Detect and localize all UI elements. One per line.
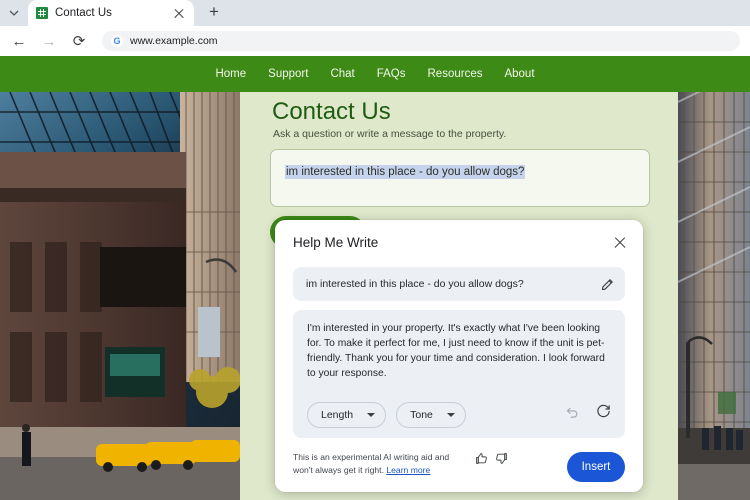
refresh-icon[interactable] bbox=[596, 404, 611, 424]
browser-tab[interactable]: Contact Us bbox=[28, 0, 194, 26]
chevron-down-icon bbox=[446, 413, 455, 417]
close-icon[interactable] bbox=[611, 233, 629, 251]
nav-item-chat[interactable]: Chat bbox=[330, 68, 354, 80]
nav-item-support[interactable]: Support bbox=[268, 68, 308, 80]
result-action-icons bbox=[565, 404, 611, 424]
thumbs-up-icon[interactable] bbox=[475, 452, 488, 470]
google-icon: G bbox=[111, 35, 123, 47]
length-dropdown[interactable]: Length bbox=[307, 402, 387, 428]
tab-search-chevron-down-icon[interactable] bbox=[0, 0, 28, 26]
help-me-write-dialog: Help Me Write im interested in this plac… bbox=[275, 220, 643, 492]
nav-item-faqs[interactable]: FAQs bbox=[377, 68, 406, 80]
tone-dropdown[interactable]: Tone bbox=[396, 402, 466, 428]
chevron-down-icon bbox=[367, 413, 376, 417]
generated-result-card: I'm interested in your property. It's ex… bbox=[293, 310, 625, 438]
reload-icon[interactable]: ⟳ bbox=[70, 32, 88, 50]
back-icon[interactable]: ← bbox=[10, 32, 28, 50]
site-navigation: Home Support Chat FAQs Resources About bbox=[0, 56, 750, 92]
length-dropdown-label: Length bbox=[321, 409, 354, 421]
message-textarea-value: im interested in this place - do you all… bbox=[285, 165, 526, 179]
sheets-icon bbox=[36, 7, 48, 19]
prompt-text: im interested in this place - do you all… bbox=[306, 278, 524, 290]
tab-title: Contact Us bbox=[55, 7, 112, 19]
insert-button[interactable]: Insert bbox=[567, 452, 625, 482]
dialog-title: Help Me Write bbox=[293, 234, 379, 250]
close-icon[interactable] bbox=[172, 6, 186, 20]
pencil-icon[interactable] bbox=[600, 277, 615, 292]
result-controls: Length Tone bbox=[307, 402, 466, 428]
forward-icon[interactable]: → bbox=[40, 32, 58, 50]
thumbs-down-icon[interactable] bbox=[495, 452, 508, 470]
page-title: Contact Us bbox=[272, 98, 391, 125]
undo-icon[interactable] bbox=[565, 404, 580, 424]
learn-more-link[interactable]: Learn more bbox=[386, 465, 430, 475]
browser-window: Contact Us + ← → ⟳ G www.example.com Hom… bbox=[0, 0, 750, 500]
browser-toolbar: ← → ⟳ G www.example.com bbox=[0, 26, 750, 56]
prompt-field[interactable]: im interested in this place - do you all… bbox=[293, 267, 625, 301]
feedback-icons bbox=[475, 452, 508, 470]
tab-strip: Contact Us + bbox=[0, 0, 750, 26]
dialog-footer: This is an experimental AI writing aid a… bbox=[293, 448, 625, 488]
address-bar-url: www.example.com bbox=[130, 35, 218, 47]
disclaimer-text: This is an experimental AI writing aid a… bbox=[293, 451, 471, 478]
nav-item-about[interactable]: About bbox=[504, 68, 534, 80]
address-bar[interactable]: G www.example.com bbox=[102, 31, 740, 51]
building-photo-left bbox=[0, 92, 240, 500]
new-tab-button[interactable]: + bbox=[200, 0, 228, 26]
nav-item-home[interactable]: Home bbox=[215, 68, 246, 80]
building-photo-right bbox=[678, 92, 750, 500]
nav-item-resources[interactable]: Resources bbox=[428, 68, 483, 80]
page-subtitle: Ask a question or write a message to the… bbox=[273, 128, 507, 140]
tone-dropdown-label: Tone bbox=[410, 409, 433, 421]
message-textarea[interactable]: im interested in this place - do you all… bbox=[270, 149, 650, 207]
dialog-header: Help Me Write bbox=[275, 220, 643, 264]
generated-text: I'm interested in your property. It's ex… bbox=[307, 323, 605, 379]
